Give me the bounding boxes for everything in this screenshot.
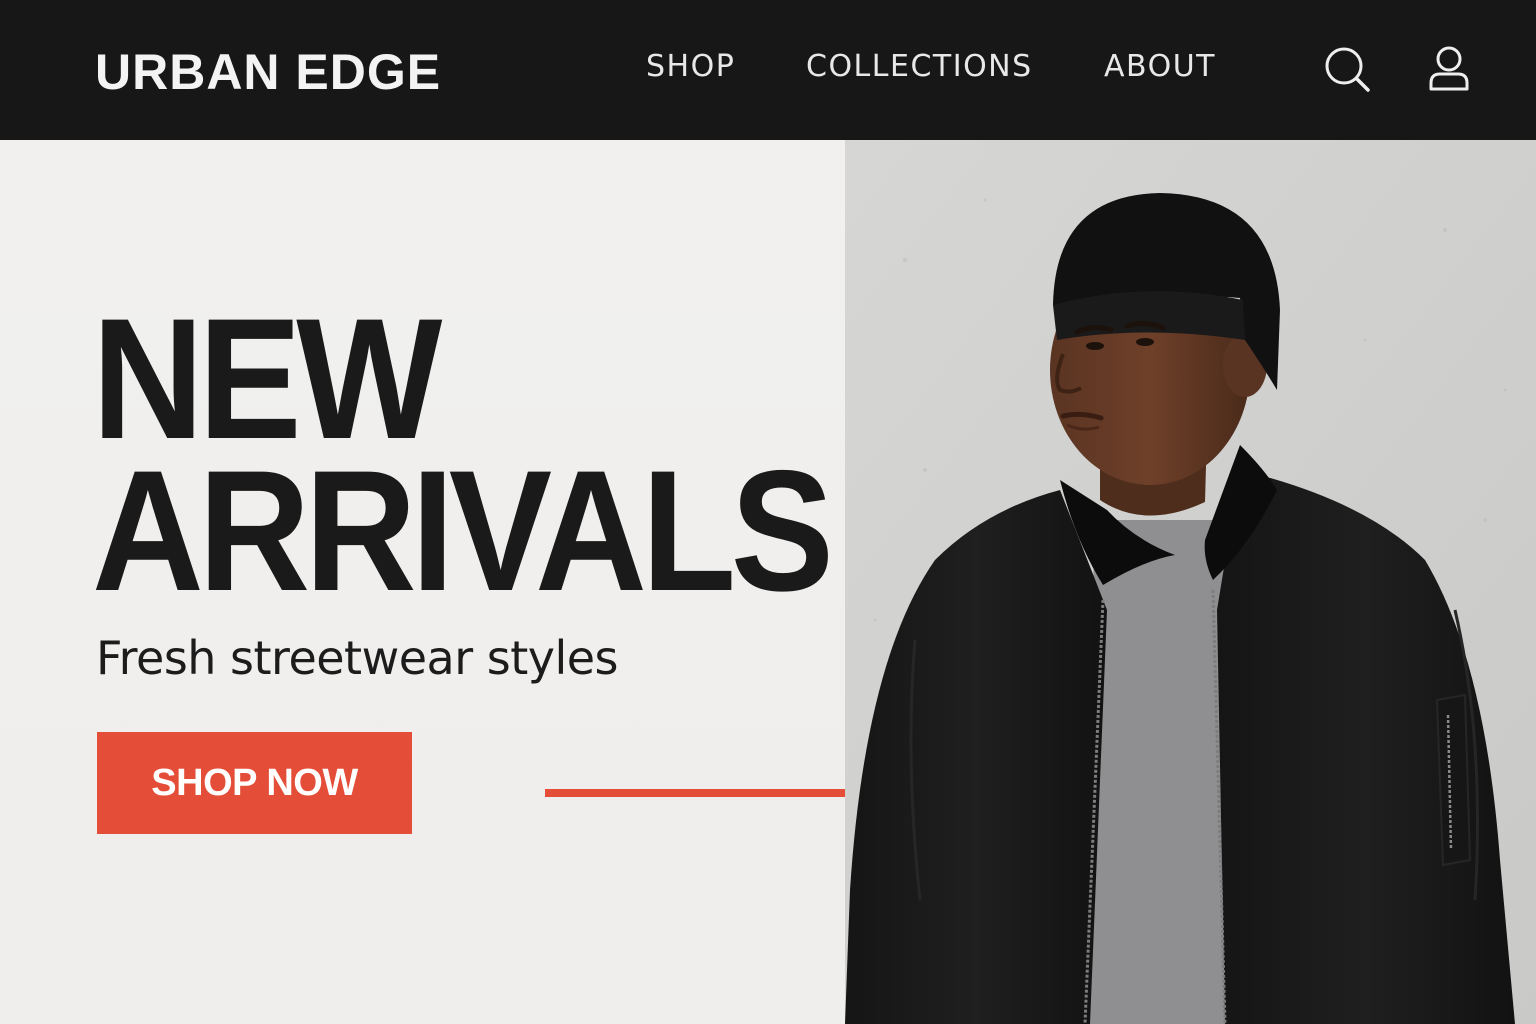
- model-photo: [845, 140, 1536, 1024]
- brand-logo[interactable]: URBAN EDGE: [95, 40, 441, 104]
- nav-shop[interactable]: SHOP: [646, 46, 735, 88]
- hero-photo: [845, 140, 1536, 1024]
- headline-line-arrivals: ARRIVALS: [92, 435, 834, 627]
- hero-subtitle: Fresh streetwear styles: [96, 631, 619, 685]
- nav-about[interactable]: ABOUT: [1104, 46, 1216, 88]
- nav-collections[interactable]: COLLECTIONS: [806, 46, 1033, 88]
- accent-divider: [545, 789, 845, 797]
- shop-now-button[interactable]: SHOP NOW: [97, 732, 412, 834]
- account-button[interactable]: [1424, 44, 1474, 94]
- search-icon: [1325, 47, 1370, 92]
- user-icon: [1429, 46, 1469, 91]
- headline-line-new: NEW: [92, 283, 442, 475]
- site-header: URBAN EDGE SHOP COLLECTIONS ABOUT: [0, 0, 1536, 140]
- search-button[interactable]: [1322, 44, 1372, 94]
